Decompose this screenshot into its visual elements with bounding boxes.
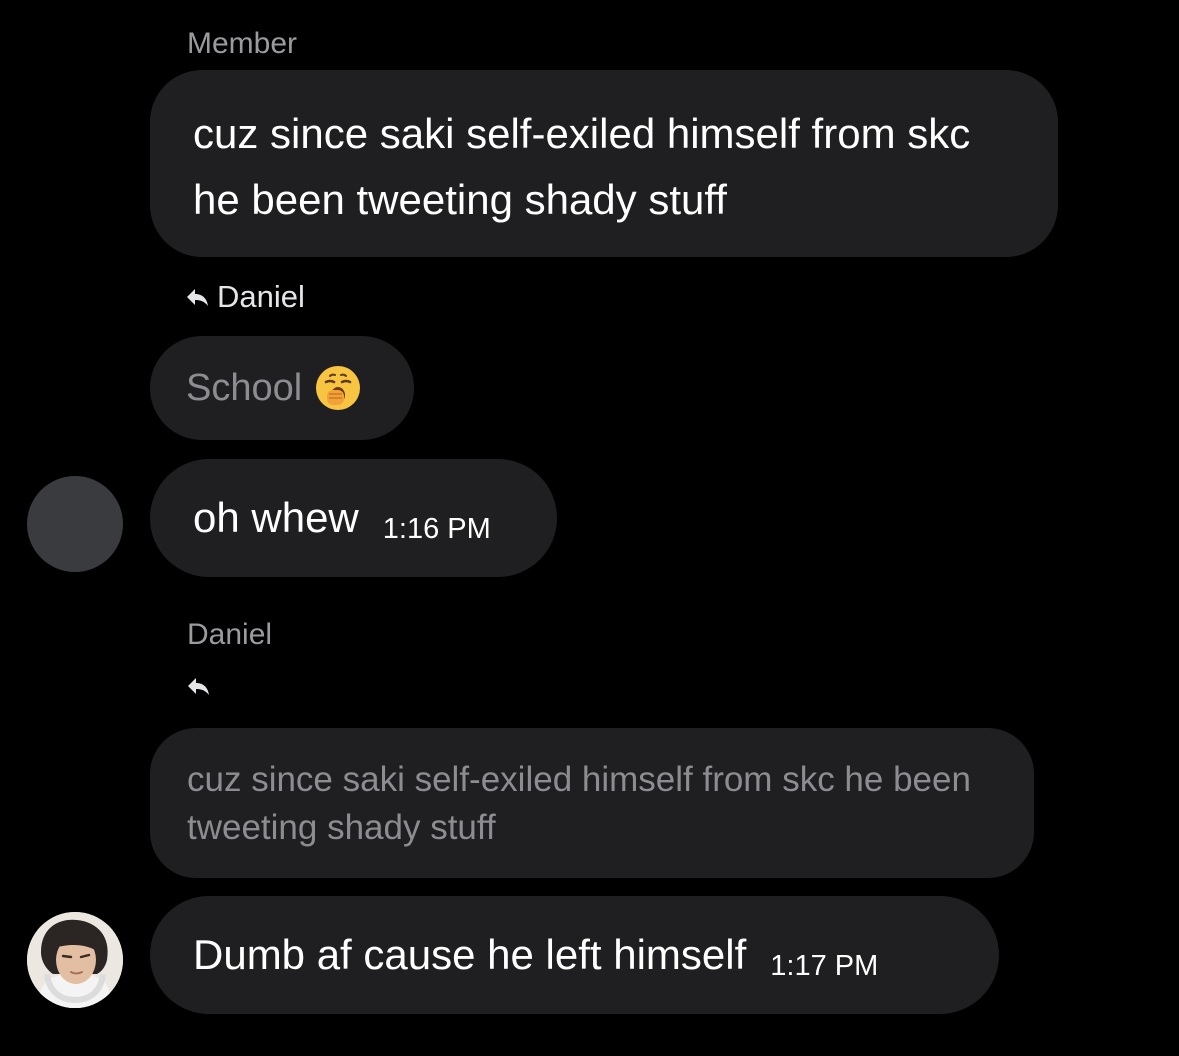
reply-arrow-icon	[185, 287, 209, 307]
message-bubble-third[interactable]: Dumb af cause he left himself 1:17 PM	[150, 896, 999, 1014]
avatar-photo[interactable]	[27, 912, 123, 1008]
message-bubble-first[interactable]: cuz since saki self-exiled himself from …	[150, 70, 1058, 257]
avatar-placeholder[interactable]	[27, 476, 123, 572]
quoted-text: cuz since saki self-exiled himself from …	[187, 760, 971, 847]
chat-thread: Member cuz since saki self-exiled himsel…	[0, 0, 1179, 1056]
reply-arrow-icon[interactable]	[186, 676, 210, 701]
message-text: cuz since saki self-exiled himself from …	[193, 110, 971, 223]
message-time: 1:16 PM	[382, 512, 491, 545]
yawning-face-icon	[314, 364, 362, 412]
message-bubble-second[interactable]: oh whew 1:16 PM	[150, 459, 557, 577]
message-time: 1:17 PM	[770, 949, 879, 982]
quoted-message[interactable]: School	[150, 336, 414, 440]
sender-name-daniel: Daniel	[187, 618, 273, 651]
quoted-text: School	[186, 367, 303, 409]
reply-to-label[interactable]: Daniel	[185, 279, 305, 315]
reply-to-name: Daniel	[217, 279, 305, 314]
message-text: oh whew	[193, 494, 359, 541]
message-text: Dumb af cause he left himself	[193, 931, 747, 978]
quoted-message[interactable]: cuz since saki self-exiled himself from …	[150, 728, 1034, 878]
sender-name-member: Member	[187, 27, 298, 60]
